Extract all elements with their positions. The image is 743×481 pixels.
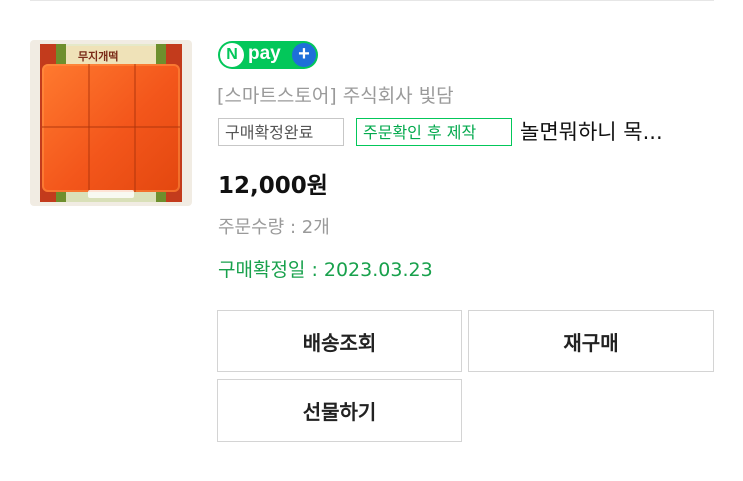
purchase-confirmed-date: 구매확정일 : 2023.03.23	[218, 259, 433, 281]
send-gift-button[interactable]: 선물하기	[217, 379, 462, 442]
package-footer-label	[88, 190, 134, 198]
made-to-order-badge: 주문확인 후 제작	[356, 118, 512, 146]
cake-seam	[88, 64, 90, 192]
store-name[interactable]: [스마트스토어] 주식회사 빛담	[217, 81, 454, 108]
product-title[interactable]: 놀면뭐하니 목...	[520, 116, 663, 146]
order-quantity: 주문수량 : 2개	[218, 217, 330, 238]
package-logo-text: 무지개떡	[78, 50, 119, 63]
price: 12,000원	[218, 173, 328, 199]
npay-n-icon: N	[220, 43, 244, 67]
top-divider	[30, 0, 714, 1]
rice-cake-image	[42, 64, 180, 192]
reorder-button[interactable]: 재구매	[468, 310, 714, 372]
cake-seam	[42, 126, 180, 128]
track-shipping-button[interactable]: 배송조회	[217, 310, 462, 372]
cake-seam	[134, 64, 136, 192]
plus-icon: +	[292, 43, 316, 67]
npay-text: pay	[248, 43, 281, 64]
product-thumbnail[interactable]: 무지개떡	[30, 40, 192, 206]
npay-plus-badge: N pay +	[218, 41, 318, 69]
status-badge: 구매확정완료	[218, 118, 344, 146]
